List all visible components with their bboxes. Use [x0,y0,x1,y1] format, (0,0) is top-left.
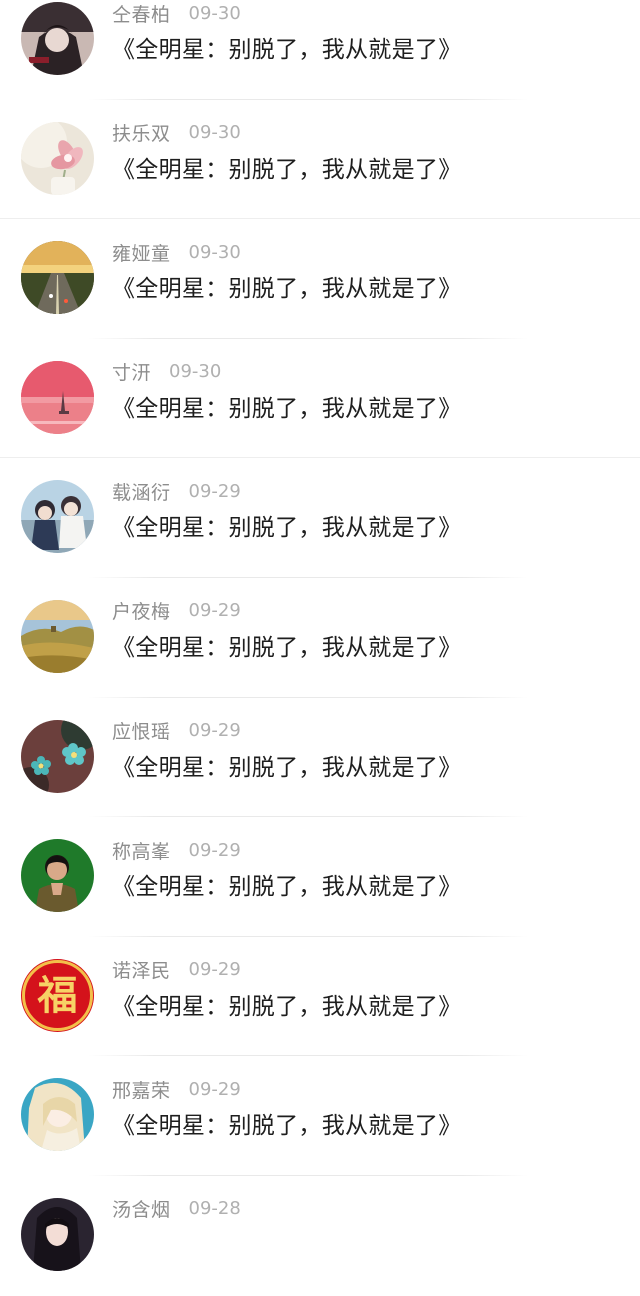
comment-date: 09-30 [188,241,241,263]
comment-date: 09-29 [188,480,241,502]
comment-item[interactable]: 汤含烟 09-28 [0,1176,640,1296]
comment-meta: 应恨瑶 09-29 [112,717,241,745]
avatar-man-portrait-icon[interactable] [21,839,94,913]
comment-text: 《全明星：别脱了，我从就是了》 [112,993,462,1020]
username[interactable]: 扶乐双 [112,119,171,146]
avatar-road-sunset-icon[interactable] [21,241,94,315]
comment-meta: 仝春柏 09-30 [112,0,241,27]
comment-date: 09-29 [188,600,241,622]
comment-meta: 汤含烟 09-28 [112,1195,241,1223]
comment-text: 《全明星：别脱了，我从就是了》 [112,395,462,422]
comment-item[interactable]: 雍娅童 09-30 《全明星：别脱了，我从就是了》 [0,219,640,339]
comment-item[interactable]: 户夜梅 09-29 《全明星：别脱了，我从就是了》 [0,578,640,698]
username[interactable]: 雍娅童 [112,239,171,266]
comment-meta: 雍娅童 09-30 [112,238,241,266]
comment-text: 《全明星：别脱了，我从就是了》 [112,276,462,303]
username[interactable]: 寸汧 [112,358,151,385]
comment-meta: 寸汧 09-30 [112,358,221,386]
comment-text: 《全明星：别脱了，我从就是了》 [112,515,462,542]
comment-date: 09-30 [169,361,222,383]
comment-text: 《全明星：别脱了，我从就是了》 [112,1113,462,1140]
comment-meta: 称高峯 09-29 [112,836,241,864]
username[interactable]: 户夜梅 [112,597,171,624]
avatar-landscape-icon[interactable] [21,599,94,673]
comment-item[interactable]: 载涵衍 09-29 《全明星：别脱了，我从就是了》 [0,458,640,578]
comment-date: 09-28 [188,1198,241,1220]
username[interactable]: 载涵衍 [112,478,171,505]
avatar-anime-blonde-icon[interactable] [21,1078,94,1152]
comment-text: 《全明星：别脱了，我从就是了》 [112,874,462,901]
comment-meta: 载涵衍 09-29 [112,477,241,505]
comment-text: 《全明星：别脱了，我从就是了》 [112,37,462,63]
comment-date: 09-29 [188,720,241,742]
avatar-fu-character-icon[interactable]: 福 [21,958,94,1032]
username[interactable]: 仝春柏 [112,0,171,27]
comment-list: 仝春柏 09-30 《全明星：别脱了，我从就是了》 扶乐双 09-30 《全明星… [0,0,640,1296]
comment-meta: 扶乐双 09-30 [112,119,241,147]
comment-meta: 邢嘉荣 09-29 [112,1075,241,1103]
comment-item[interactable]: 称高峯 09-29 《全明星：别脱了，我从就是了》 [0,817,640,937]
comment-date: 09-29 [188,839,241,861]
username[interactable]: 称高峯 [112,837,171,864]
comment-item[interactable]: 邢嘉荣 09-29 《全明星：别脱了，我从就是了》 [0,1056,640,1176]
comment-text: 《全明星：别脱了，我从就是了》 [112,634,462,661]
avatar-anime-couple-icon[interactable] [21,480,94,554]
comment-item[interactable]: 福 诺泽民 09-29 《全明星：别脱了，我从就是了》 [0,937,640,1057]
username[interactable]: 诺泽民 [112,956,171,983]
comment-item[interactable]: 应恨瑶 09-29 《全明星：别脱了，我从就是了》 [0,698,640,818]
avatar-flower-icon[interactable] [21,121,94,195]
fu-character-glyph: 福 [37,973,78,1019]
username[interactable]: 汤含烟 [112,1195,171,1222]
avatar-forget-me-not-icon[interactable] [21,719,94,793]
comment-item[interactable]: 扶乐双 09-30 《全明星：别脱了，我从就是了》 [0,100,640,220]
avatar-anime-dark-icon[interactable] [21,2,94,75]
comment-date: 09-30 [188,2,241,24]
avatar-pink-sea-icon[interactable] [21,360,94,434]
comment-item[interactable]: 寸汧 09-30 《全明星：别脱了，我从就是了》 [0,339,640,459]
comment-text: 《全明星：别脱了，我从就是了》 [112,754,462,781]
comment-meta: 户夜梅 09-29 [112,597,241,625]
comment-date: 09-30 [188,122,241,144]
comment-date: 09-29 [188,1078,241,1100]
username[interactable]: 邢嘉荣 [112,1076,171,1103]
comment-date: 09-29 [188,959,241,981]
avatar-girl-portrait-icon[interactable] [21,1197,94,1271]
comment-text: 《全明星：别脱了，我从就是了》 [112,156,462,183]
comment-meta: 诺泽民 09-29 [112,956,241,984]
username[interactable]: 应恨瑶 [112,717,171,744]
comment-item[interactable]: 仝春柏 09-30 《全明星：别脱了，我从就是了》 [0,0,640,100]
